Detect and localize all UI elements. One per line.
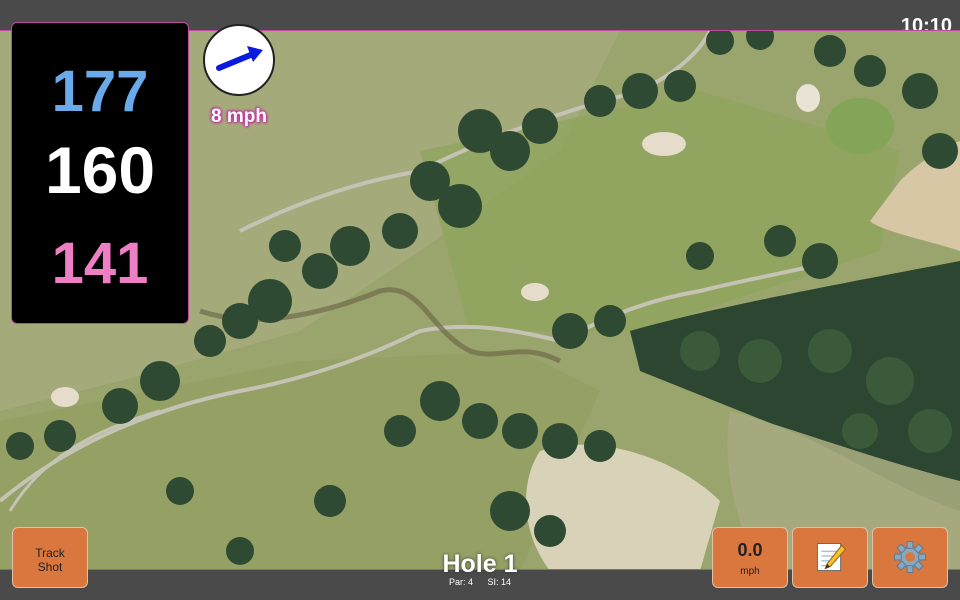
hole-info: Par: 4 SI: 14 xyxy=(380,577,580,587)
wind-direction-dial xyxy=(203,24,275,96)
track-shot-button[interactable]: Track Shot xyxy=(12,527,88,588)
back-yardage: 177 xyxy=(51,59,149,124)
wind-button-value: 0.0 xyxy=(737,540,763,560)
hole-title: Hole 1 xyxy=(442,550,518,578)
hole-stroke-index: SI: 14 xyxy=(487,577,512,587)
wind-speed-button[interactable]: 0.0 mph xyxy=(712,527,788,588)
middle-yardage: 160 xyxy=(44,133,156,207)
wind-arrow-icon xyxy=(216,46,263,71)
gear-icon xyxy=(894,541,926,573)
hole-par: Par: 4 xyxy=(448,577,473,587)
settings-button[interactable] xyxy=(872,527,948,588)
track-shot-label-line1: Track xyxy=(35,546,65,560)
wind-speed-label: 8 mph xyxy=(211,106,267,127)
yardage-panel: 177 160 141 xyxy=(11,22,189,324)
scorecard-notes-button[interactable] xyxy=(792,527,868,588)
front-yardage: 141 xyxy=(51,231,149,296)
notepad-icon xyxy=(816,542,847,572)
wind-button-unit: mph xyxy=(740,566,760,577)
track-shot-label-line2: Shot xyxy=(37,560,63,574)
